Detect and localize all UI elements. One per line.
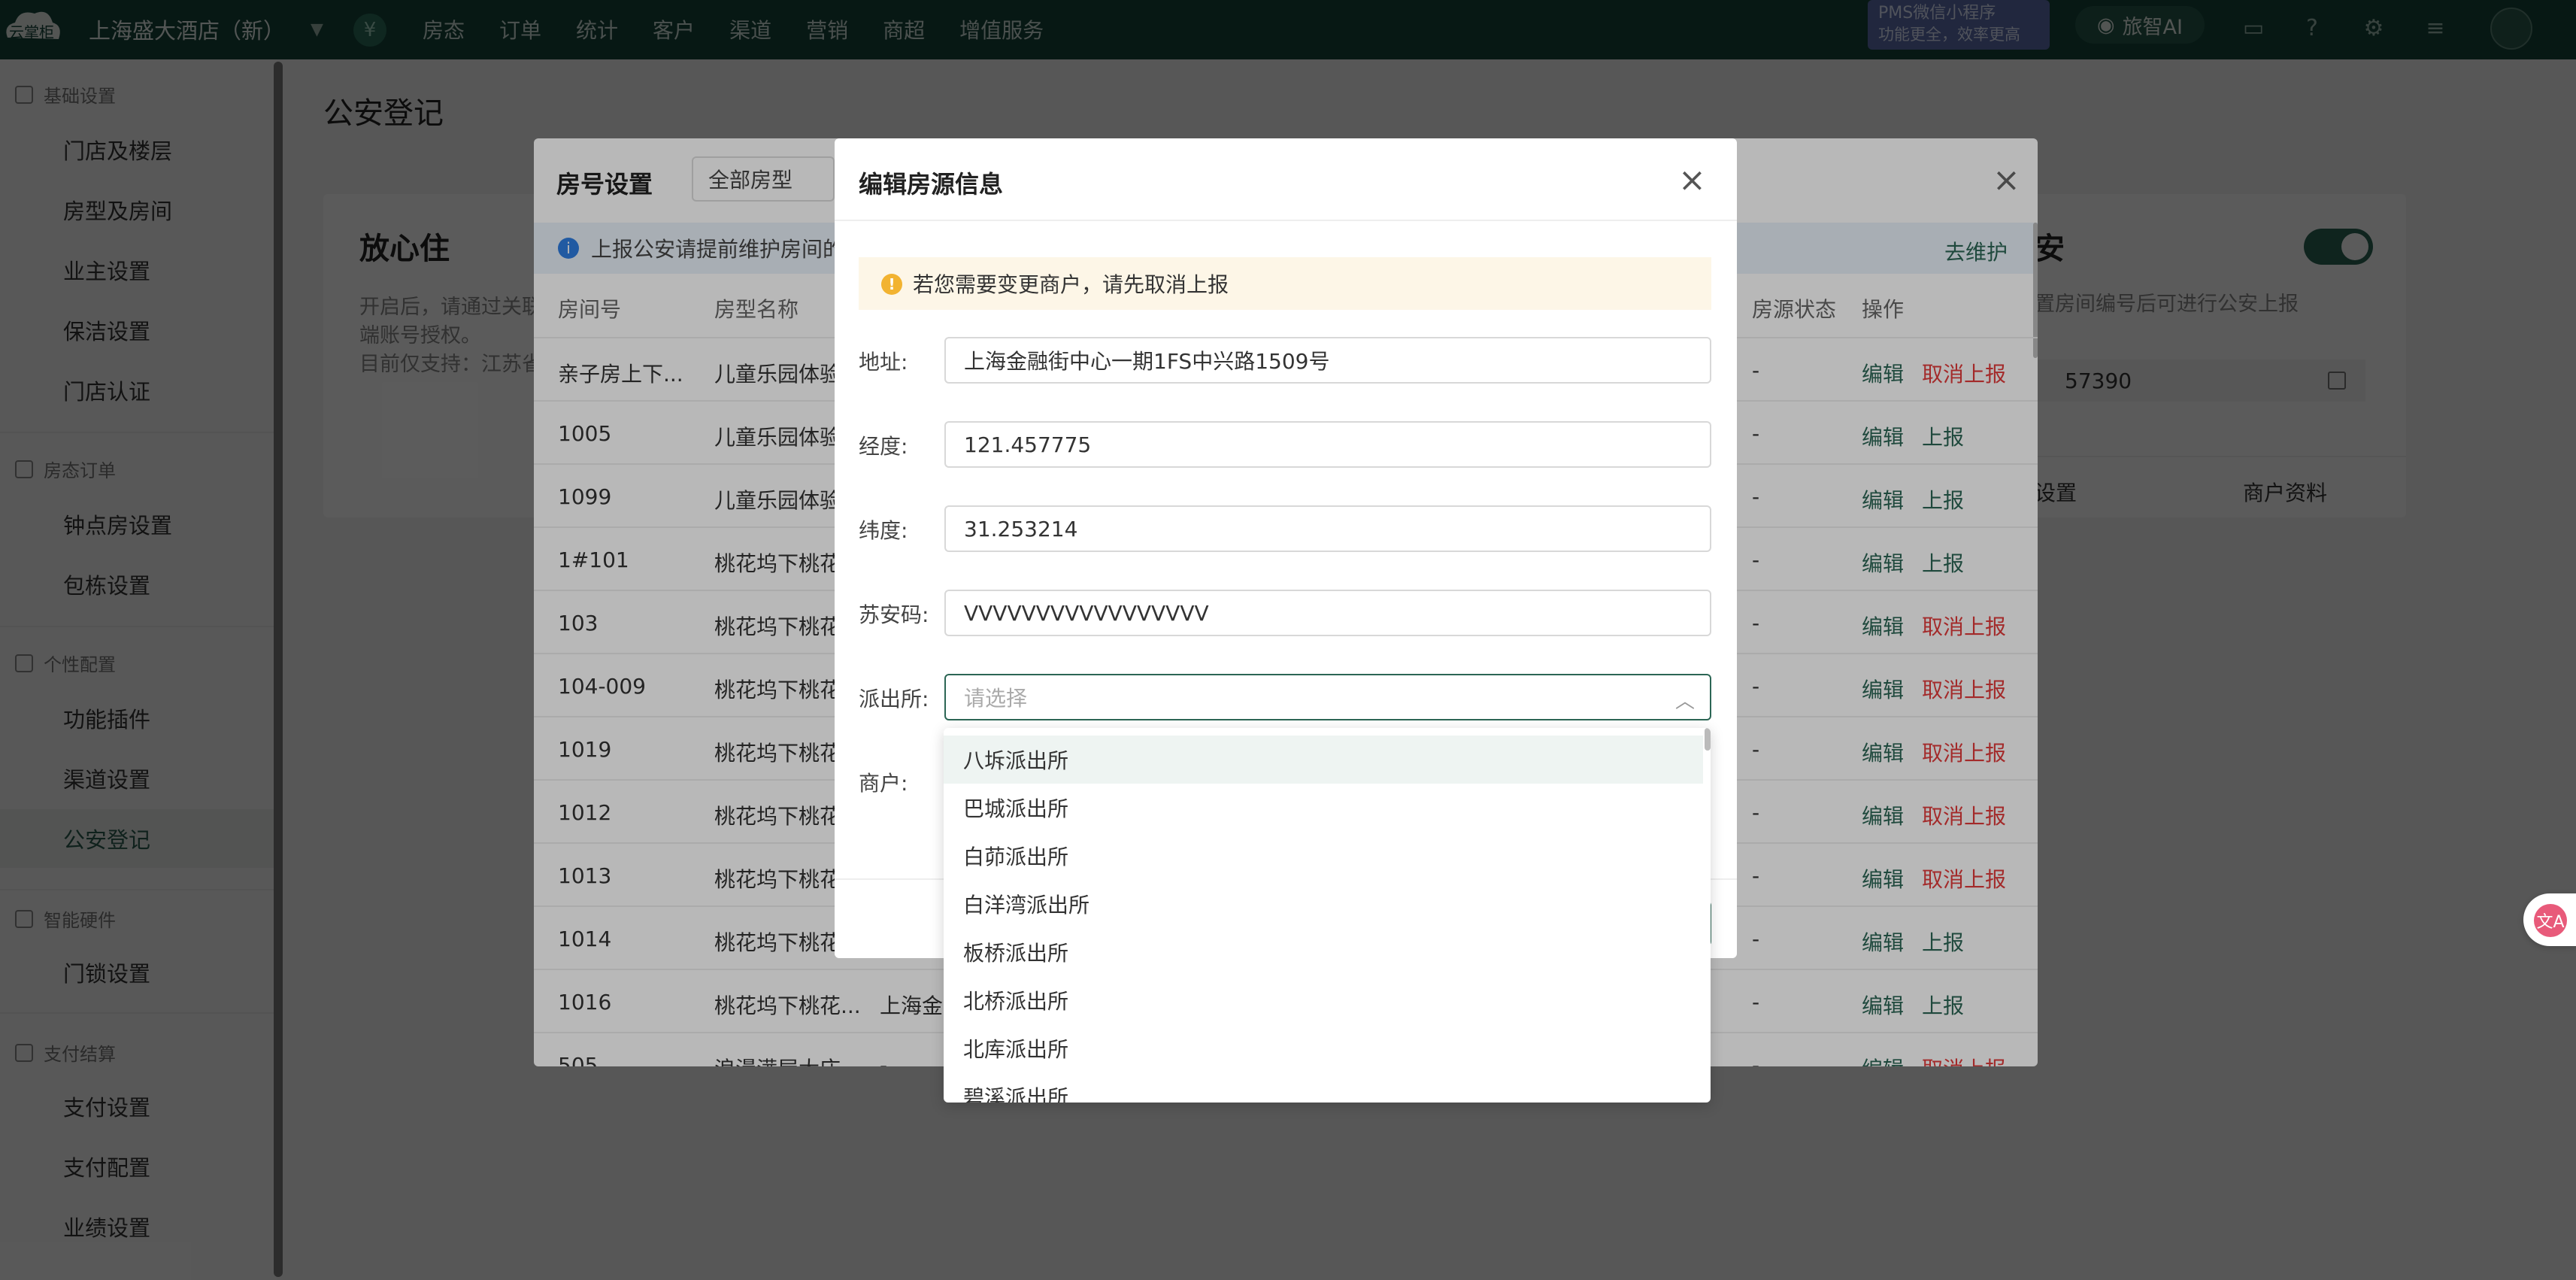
option-police-station[interactable]: 八坼派出所: [944, 736, 1703, 784]
police-station-select[interactable]: 请选择 ︿: [944, 674, 1711, 720]
dialog-title: 编辑房源信息: [859, 170, 1004, 199]
warning-icon: !: [881, 274, 902, 295]
translate-widget[interactable]: 文A: [2523, 893, 2576, 946]
latitude-input[interactable]: 31.253214: [944, 505, 1711, 552]
suan-code-label: 苏安码:: [859, 602, 929, 627]
latitude-label: 纬度:: [859, 518, 908, 543]
police-station-label: 派出所:: [859, 687, 929, 711]
close-icon[interactable]: ×: [1678, 161, 1706, 199]
suan-code-value: VVVVVVVVVVVVVVVVV: [964, 600, 1209, 626]
longitude-value: 121.457775: [964, 432, 1092, 457]
translate-icon: 文A: [2534, 904, 2567, 937]
option-police-station[interactable]: 碧溪派出所: [944, 1072, 1703, 1103]
suan-code-input[interactable]: VVVVVVVVVVVVVVVVV: [944, 590, 1711, 636]
warning-banner: ! 若您需要变更商户，请先取消上报: [859, 257, 1711, 310]
latitude-value: 31.253214: [964, 516, 1078, 541]
option-police-station[interactable]: 北桥派出所: [944, 976, 1703, 1024]
address-value: 上海金融街中心一期1FS中兴路1509号: [964, 349, 1330, 374]
header-divider: [835, 220, 1737, 221]
address-label: 地址:: [859, 350, 908, 375]
option-police-station[interactable]: 白洋湾派出所: [944, 880, 1703, 928]
dropdown-scrollbar[interactable]: [1705, 728, 1711, 751]
chevron-up-icon: ︿: [1674, 690, 1695, 713]
option-police-station[interactable]: 北库派出所: [944, 1024, 1703, 1072]
merchant-label: 商户:: [859, 771, 908, 796]
address-input[interactable]: 上海金融街中心一期1FS中兴路1509号: [944, 337, 1711, 384]
option-police-station[interactable]: 板桥派出所: [944, 928, 1703, 976]
option-police-station[interactable]: 白茆派出所: [944, 832, 1703, 880]
police-station-dropdown: 八坼派出所 巴城派出所 白茆派出所 白洋湾派出所 板桥派出所 北桥派出所 北库派…: [944, 728, 1711, 1103]
longitude-input[interactable]: 121.457775: [944, 421, 1711, 468]
longitude-label: 经度:: [859, 434, 908, 459]
option-police-station[interactable]: 巴城派出所: [944, 784, 1703, 832]
police-station-placeholder: 请选择: [964, 686, 1028, 711]
warning-text: 若您需要变更商户，请先取消上报: [913, 272, 1229, 297]
